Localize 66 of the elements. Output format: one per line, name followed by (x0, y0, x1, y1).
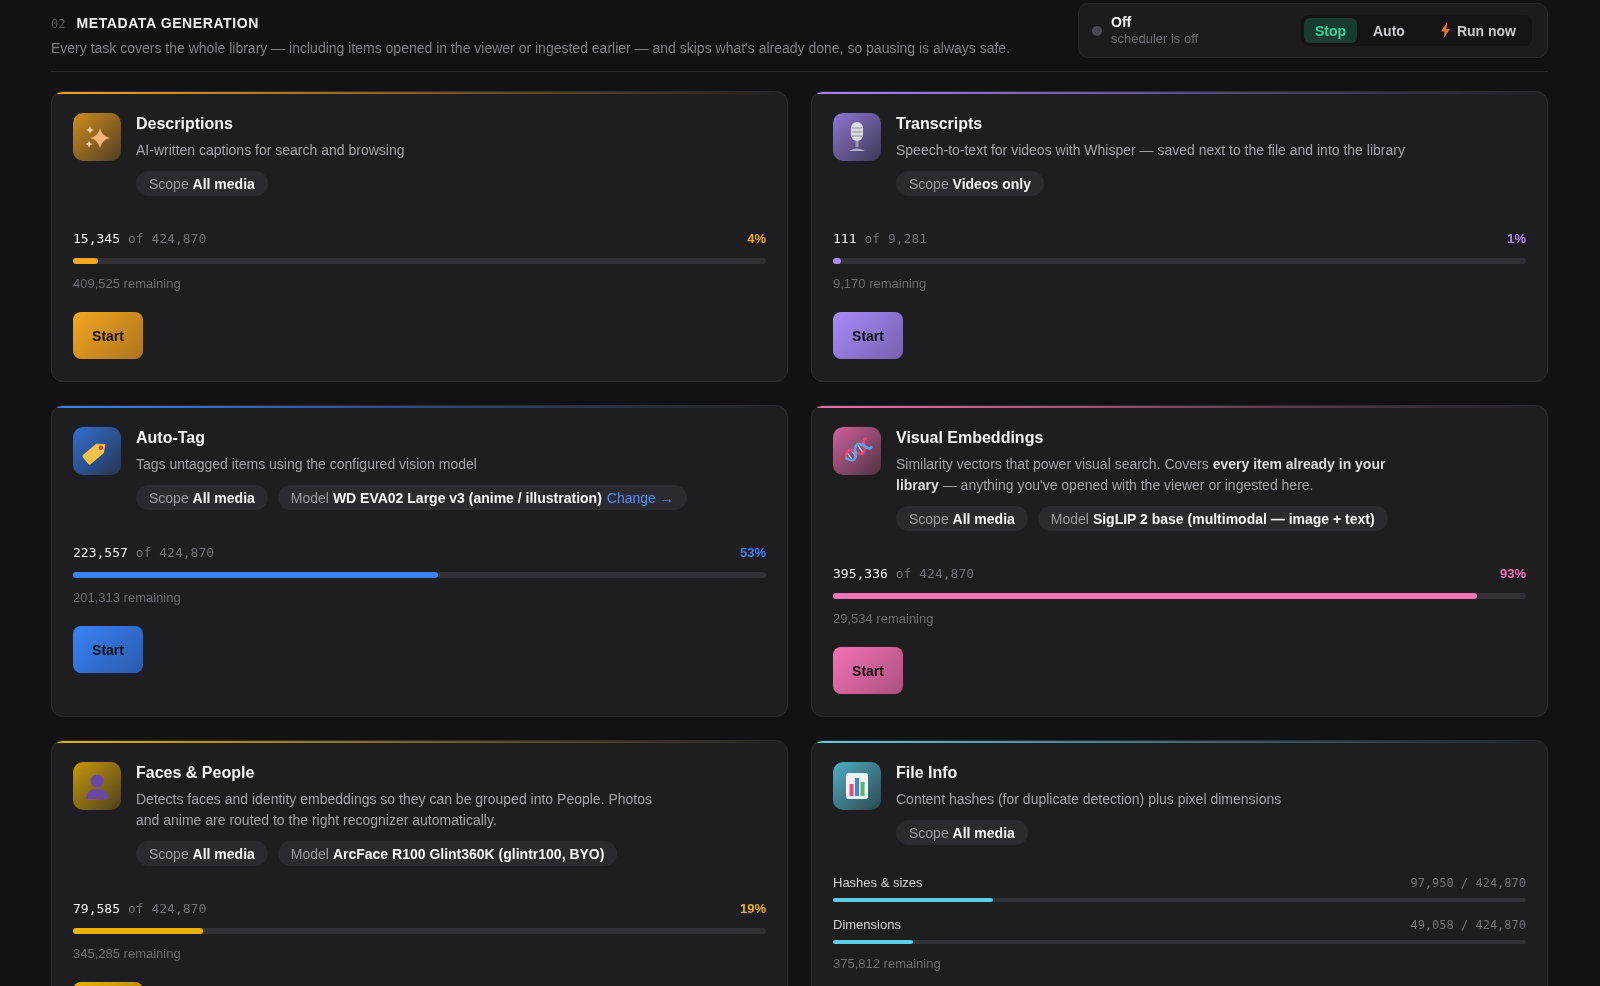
metric-label: Hashes & sizes (833, 874, 923, 892)
section-title: METADATA GENERATION (76, 15, 259, 32)
total-count: of 424,870 (127, 231, 207, 246)
mode-tab[interactable]: Auto (1357, 18, 1421, 43)
metric-count: 49,058 / 424,870 (1410, 917, 1526, 934)
remaining-count: 375,812 remaining (833, 955, 942, 973)
setting-chip: Model SigLIP 2 base (multimodal — image + text) (1037, 506, 1388, 531)
task-description: Speech-to-text for videos with Whisper — saved next to the file and into the library (896, 141, 1405, 160)
setting-chip: Model ArcFace R100 Glint360K (glintr100, BYO) (277, 841, 618, 866)
sparkles-icon (73, 113, 121, 161)
task-title: Faces & People (136, 763, 256, 783)
remaining-count: 345,285 remaining (73, 945, 182, 963)
start-button[interactable]: Start (73, 312, 143, 359)
metric-count: 97,950 / 424,870 (1410, 875, 1526, 892)
setting-chip: Model WD EVA02 Large v3 (anime / illustration) Change → (277, 485, 687, 510)
task-description: AI-written captions for search and browsing (136, 141, 405, 160)
total-count: of 424,870 (127, 901, 207, 916)
start-button[interactable]: Start (73, 626, 143, 673)
remaining-count: 29,534 remaining (833, 610, 935, 628)
total-count: of 9,281 (864, 231, 928, 246)
run-now-button[interactable]: Run now (1420, 18, 1529, 43)
start-button[interactable]: Start (833, 647, 903, 694)
percent-label: 19% (739, 899, 766, 918)
microphone-icon (833, 113, 881, 161)
scheduler-state: Off (1111, 14, 1133, 31)
section-description: Every task covers the whole library — including items opened in the viewer or ingested earlier — and skips what's already done, so pausing is always safe. (51, 40, 1011, 57)
metric-label: Dimensions (833, 916, 901, 934)
tag-icon (73, 427, 121, 475)
task-title: Transcripts (896, 114, 984, 134)
task-description: Content hashes (for duplicate detection) plus pixel dimensions (896, 790, 1282, 809)
setting-chip: Scope All media (136, 171, 268, 196)
start-button[interactable]: Start (833, 312, 903, 359)
task-title: File Info (896, 763, 959, 783)
done-count: 79,585 (73, 901, 120, 916)
setting-chip: Scope All media (136, 485, 268, 510)
done-count: 395,336 (833, 566, 888, 581)
setting-chip: Scope All media (896, 506, 1028, 531)
remaining-count: 9,170 remaining (833, 275, 928, 293)
lightning-icon (1440, 23, 1450, 38)
task-description: Tags untagged items using the configured vision model (136, 455, 478, 474)
percent-label: 4% (747, 229, 766, 248)
percent-label: 53% (739, 543, 766, 562)
bar-chart-icon (833, 762, 881, 810)
percent-label: 93% (1499, 564, 1526, 583)
mode-tab[interactable]: Stop (1303, 18, 1357, 43)
task-title: Auto-Tag (136, 428, 206, 448)
remaining-count: 409,525 remaining (73, 275, 182, 293)
done-count: 111 (833, 231, 857, 246)
done-count: 15,345 (73, 231, 120, 246)
setting-chip: Scope All media (136, 841, 268, 866)
total-count: of 424,870 (895, 566, 975, 581)
total-count: of 424,870 (135, 545, 215, 560)
task-title: Visual Embeddings (896, 428, 1045, 448)
task-title: Descriptions (136, 114, 234, 134)
setting-chip: Scope All media (896, 820, 1028, 845)
person-icon (73, 762, 121, 810)
remaining-count: 201,313 remaining (73, 589, 182, 607)
task-description: Detects faces and identity embeddings so they can be grouped into People. Photos and anime are routed to the right recognizer automatically. (136, 790, 653, 830)
change-link[interactable]: Change → (606, 489, 674, 506)
dna-icon (833, 427, 881, 475)
task-description: Similarity vectors that power visual search. Covers every item already in your library — anything you've opened with the viewer or ingested here. (896, 455, 1387, 495)
section-number: 02 (51, 17, 66, 31)
percent-label: 1% (1507, 229, 1526, 248)
setting-chip: Scope Videos only (896, 171, 1044, 196)
done-count: 223,557 (73, 545, 128, 560)
scheduler-detail: scheduler is off (1111, 31, 1199, 47)
